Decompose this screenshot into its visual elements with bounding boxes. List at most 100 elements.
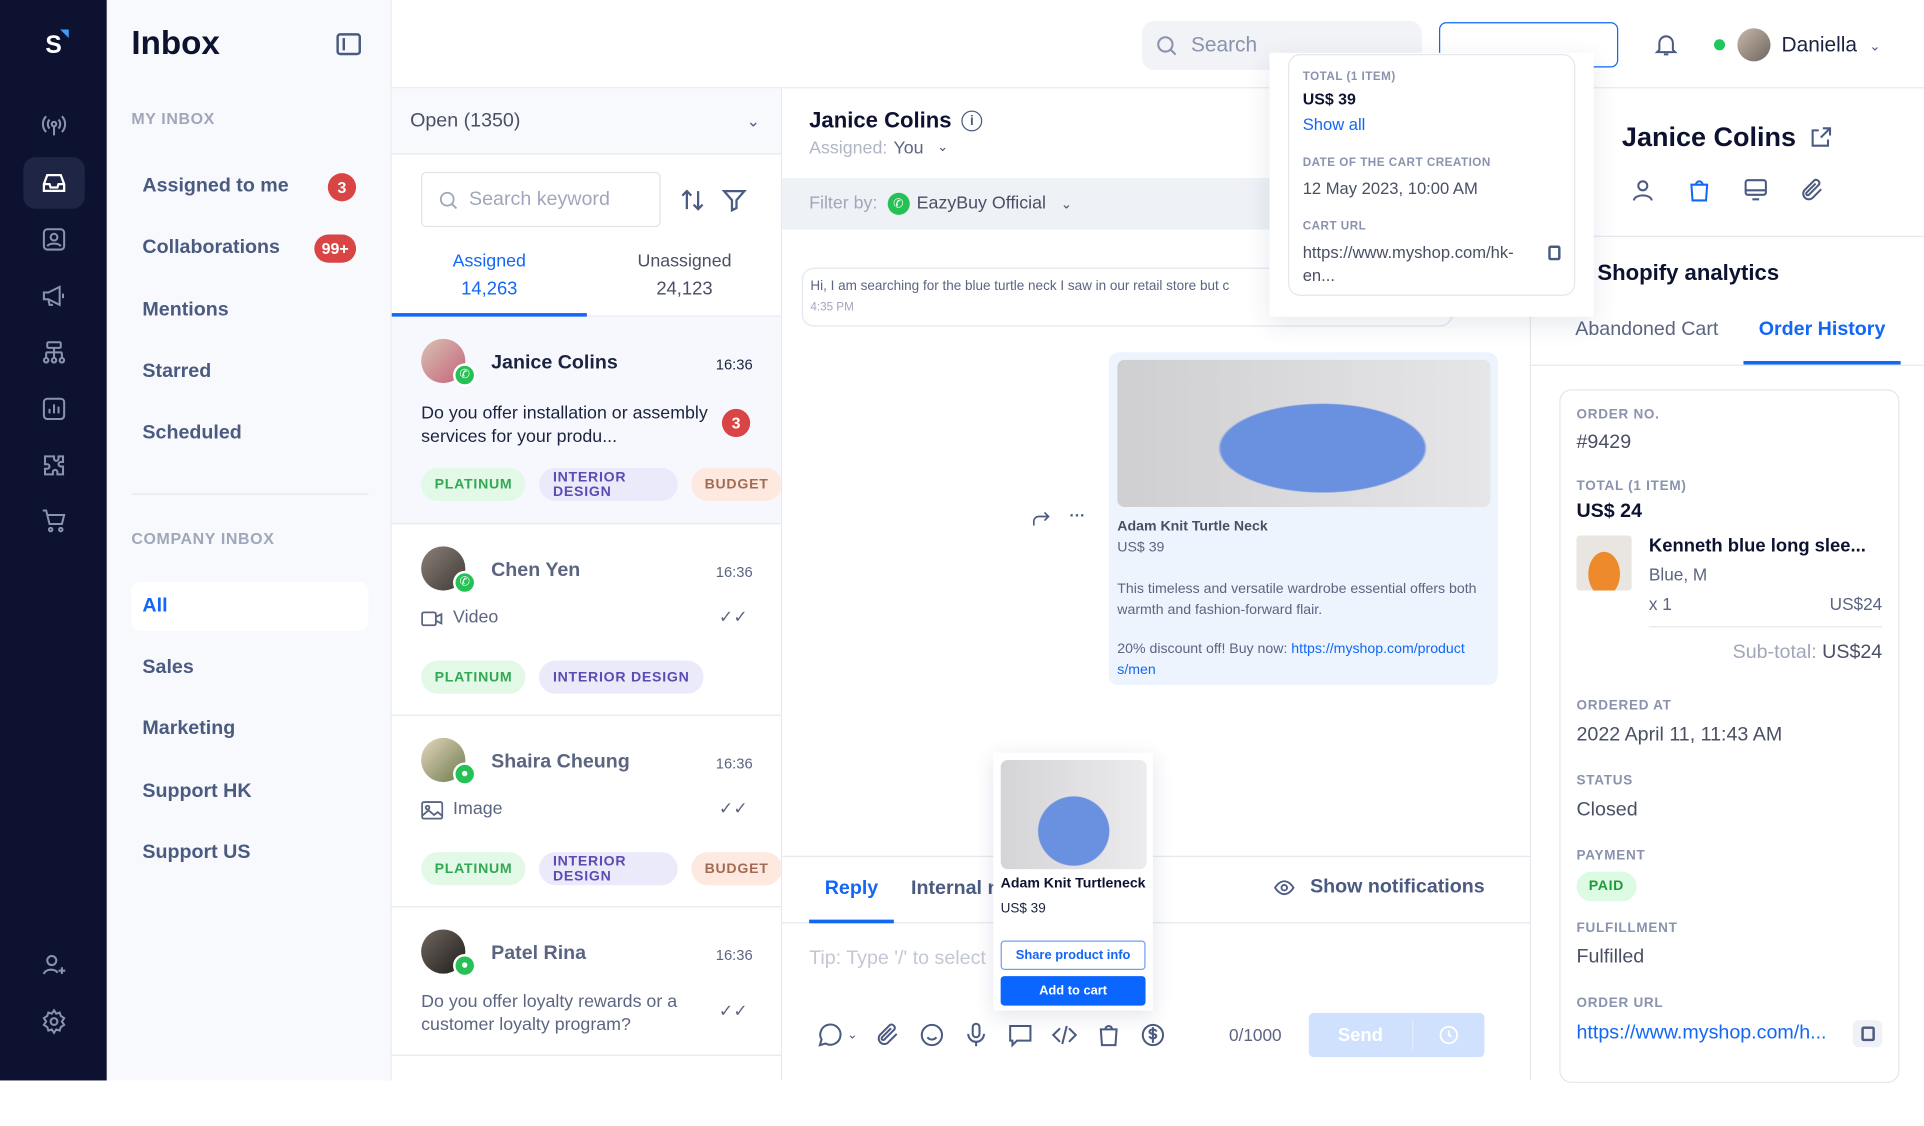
- message-input[interactable]: Tip: Type '/' to select: [809, 948, 986, 970]
- status-filter-dropdown[interactable]: Open (1350) ⌄: [391, 88, 781, 155]
- nav-item-starred[interactable]: Starred: [131, 347, 368, 396]
- send-button[interactable]: Send: [1308, 1012, 1485, 1058]
- product-popup: Adam Knit Turtleneck US$ 39 Share produc…: [993, 752, 1153, 1011]
- contact-name: Janice Colins: [1621, 121, 1797, 153]
- add-to-cart-button[interactable]: Add to cart: [1000, 976, 1146, 1006]
- tab-reply[interactable]: Reply: [809, 857, 894, 924]
- tag: BUDGET: [691, 852, 781, 886]
- company-inbox-heading: COMPANY INBOX: [131, 529, 275, 548]
- inbox-icon[interactable]: [23, 157, 85, 209]
- contact-name: Janice Colins: [809, 108, 952, 133]
- integrations-icon[interactable]: [23, 440, 84, 492]
- external-link-icon[interactable]: [1808, 125, 1833, 150]
- tag: PLATINUM: [421, 467, 526, 501]
- my-inbox-heading: MY INBOX: [131, 109, 215, 128]
- search-icon: [1157, 36, 1177, 56]
- schedule-clock-icon[interactable]: [1413, 1024, 1484, 1046]
- whatsapp-channel-icon[interactable]: ⌄: [816, 1022, 857, 1049]
- nav-item-mentions[interactable]: Mentions: [131, 286, 368, 335]
- product-message: Adam Knit Turtle Neck US$ 39 This timele…: [1108, 352, 1498, 686]
- cart-url[interactable]: https://www.myshop.com/hk-en...: [1303, 241, 1518, 288]
- analytics-icon[interactable]: [23, 383, 84, 435]
- user-menu[interactable]: Daniella ⌄: [1782, 33, 1881, 58]
- shopping-bag-icon[interactable]: [1096, 1022, 1123, 1049]
- chevron-down-icon: ⌄: [1060, 197, 1073, 212]
- nav-item-assigned-to-me[interactable]: Assigned to me 3: [131, 162, 368, 211]
- attachment-icon[interactable]: [1799, 177, 1826, 204]
- bell-icon[interactable]: [1653, 29, 1680, 58]
- top-bar: Search Daniella ⌄: [391, 0, 1924, 89]
- conversation-item[interactable]: ● Shaira Cheung 16:36 Image ✓✓ PLATINUM I…: [391, 716, 781, 908]
- channel-filter-dropdown[interactable]: ✆ EazyBuy Official ⌄: [887, 192, 1073, 215]
- whatsapp-icon: ✆: [887, 192, 910, 215]
- inbox-nav: Inbox MY INBOX Assigned to me 3 Collabora…: [106, 0, 392, 1081]
- divider: [131, 493, 369, 495]
- collapse-panel-icon[interactable]: [336, 33, 361, 56]
- shopping-bag-icon[interactable]: [1686, 177, 1713, 204]
- tag: BUDGET: [691, 467, 781, 501]
- whatsapp-icon: ✆: [453, 363, 477, 387]
- show-all-link[interactable]: Show all: [1303, 115, 1561, 133]
- emoji-icon[interactable]: [919, 1022, 946, 1049]
- conversation-item[interactable]: ✆ Janice Colins 16:36 Do you offer insta…: [391, 316, 781, 525]
- conversation-item[interactable]: ✆ Chen Yen 16:36 Video ✓✓ PLATINUM INTERI…: [391, 524, 781, 716]
- code-icon[interactable]: [1051, 1022, 1078, 1049]
- nav-item-marketing[interactable]: Marketing: [131, 705, 368, 754]
- order-url-link[interactable]: https://www.myshop.com/h...: [1576, 1023, 1826, 1045]
- search-icon: [439, 191, 458, 209]
- assignee-dropdown[interactable]: Assigned: You ⌄: [809, 139, 948, 159]
- tab-abandoned-cart[interactable]: Abandoned Cart: [1575, 319, 1718, 341]
- nav-item-support-hk[interactable]: Support HK: [131, 767, 368, 816]
- chevron-down-icon: ⌄: [1869, 39, 1881, 55]
- app-rail: S: [0, 0, 107, 1081]
- chevron-down-icon: ⌄: [746, 111, 761, 130]
- invite-user-icon[interactable]: [23, 939, 84, 991]
- unread-badge: 99+: [314, 233, 357, 263]
- info-icon[interactable]: i: [961, 110, 983, 132]
- composer-toolbar: ⌄: [816, 1022, 1166, 1049]
- char-count: 0/1000: [1229, 1025, 1282, 1045]
- search-keyword-input[interactable]: Search keyword: [421, 171, 661, 228]
- nav-item-sales[interactable]: Sales: [131, 643, 368, 692]
- nav-item-support-us[interactable]: Support US: [131, 829, 368, 878]
- read-receipt-icon: ✓✓: [718, 798, 748, 818]
- settings-icon[interactable]: [23, 996, 84, 1048]
- microphone-icon[interactable]: [963, 1022, 990, 1049]
- product-image: [1117, 359, 1491, 508]
- unread-badge: 3: [721, 408, 751, 438]
- tab-unassigned[interactable]: Unassigned 24,123: [586, 252, 781, 317]
- sort-icon[interactable]: [679, 187, 706, 214]
- payment-status-badge: PAID: [1576, 871, 1637, 902]
- tab-order-history[interactable]: Order History: [1743, 319, 1901, 365]
- logo: S: [45, 29, 69, 60]
- quick-reply-icon[interactable]: [1007, 1022, 1034, 1049]
- nav-item-collaborations[interactable]: Collaborations 99+: [131, 223, 368, 272]
- conversation-list: Open (1350) ⌄ Search keyword Assigned 14,2…: [391, 88, 783, 1081]
- filter-icon[interactable]: [721, 187, 748, 214]
- attachment-icon[interactable]: [875, 1022, 902, 1049]
- tab-assigned[interactable]: Assigned 14,263: [391, 252, 587, 317]
- commerce-icon[interactable]: [23, 495, 84, 547]
- campaign-icon[interactable]: [23, 270, 84, 322]
- payment-icon[interactable]: [1140, 1022, 1167, 1049]
- more-options-icon[interactable]: ···: [1069, 506, 1085, 524]
- copy-icon[interactable]: [1852, 1020, 1883, 1048]
- user-avatar[interactable]: [1737, 28, 1771, 62]
- contacts-icon[interactable]: [23, 214, 84, 266]
- tag: INTERIOR DESIGN: [539, 852, 678, 886]
- broadcast-icon[interactable]: [23, 99, 84, 151]
- nav-item-scheduled[interactable]: Scheduled: [131, 409, 368, 458]
- product-image: [1000, 760, 1147, 870]
- device-icon[interactable]: [1742, 177, 1769, 204]
- nav-item-all[interactable]: All: [131, 581, 369, 632]
- flow-icon[interactable]: [23, 327, 84, 379]
- show-notifications-toggle[interactable]: Show notifications: [1273, 877, 1485, 899]
- conversation-item[interactable]: ● Patel Rina 16:36 Do you offer loyalty …: [391, 907, 781, 1056]
- share-product-info-button[interactable]: Share product info: [1000, 940, 1146, 970]
- profile-icon[interactable]: [1629, 177, 1656, 204]
- copy-icon[interactable]: [1548, 245, 1561, 261]
- tag: PLATINUM: [421, 660, 526, 694]
- forward-icon[interactable]: [1031, 510, 1051, 527]
- sms-icon: ●: [453, 954, 477, 978]
- item-image: [1576, 535, 1632, 591]
